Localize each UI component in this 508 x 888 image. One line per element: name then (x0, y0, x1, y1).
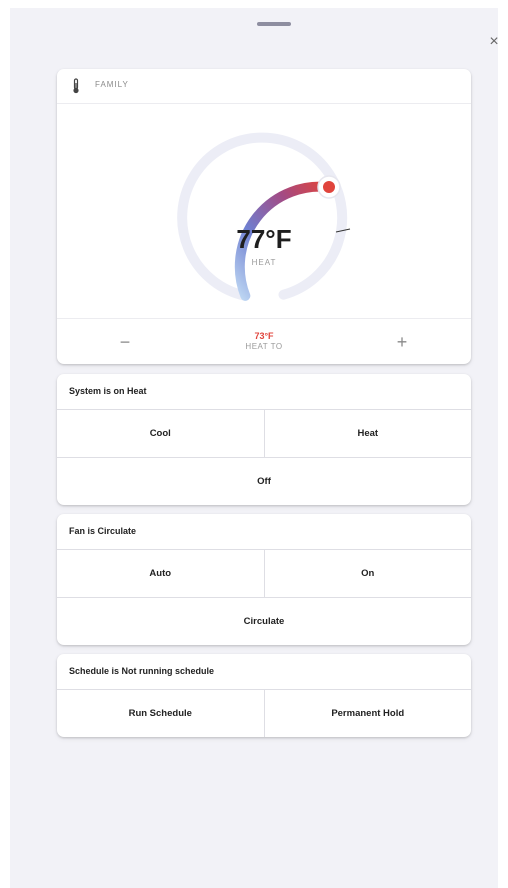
decrease-button[interactable]: − (105, 329, 145, 355)
off-button[interactable]: Off (57, 458, 471, 505)
fan-mode-row: Auto On (57, 550, 471, 598)
zone-name: FAMILY (95, 80, 129, 89)
run-schedule-button[interactable]: Run Schedule (57, 690, 264, 737)
system-mode-row: Off (57, 458, 471, 505)
zone-header: FAMILY (57, 69, 471, 104)
setpoint-controls: − 73°F HEAT TO + (57, 318, 471, 364)
current-temperature: 77°F (236, 224, 292, 254)
increase-button[interactable]: + (382, 329, 422, 355)
fan-mode-card: Fan is Circulate Auto On Circulate (57, 514, 471, 645)
close-icon[interactable]: × (484, 32, 504, 52)
schedule-row: Run Schedule Permanent Hold (57, 690, 471, 737)
system-mode-row: Cool Heat (57, 410, 471, 458)
temperature-dial[interactable]: 77°F HEAT (57, 104, 471, 318)
fan-circulate-button[interactable]: Circulate (57, 598, 471, 645)
thermostat-card: FAMILY 77°F HEAT − 73°F HEAT TO + (57, 69, 471, 364)
fan-auto-button[interactable]: Auto (57, 550, 264, 597)
cool-button[interactable]: Cool (57, 410, 264, 457)
setpoint-label: HEAT TO (245, 342, 283, 351)
thermometer-icon (73, 78, 79, 94)
fan-mode-row: Circulate (57, 598, 471, 645)
schedule-card: Schedule is Not running schedule Run Sch… (57, 654, 471, 737)
system-mode-card: System is on Heat Cool Heat Off (57, 374, 471, 505)
system-mode-title: System is on Heat (57, 374, 471, 410)
fan-mode-title: Fan is Circulate (57, 514, 471, 550)
current-mode: HEAT (251, 258, 277, 267)
heat-button[interactable]: Heat (263, 410, 472, 457)
setpoint-value: 73°F (254, 331, 274, 341)
drag-handle[interactable] (257, 22, 291, 26)
schedule-title: Schedule is Not running schedule (57, 654, 471, 690)
fan-on-button[interactable]: On (263, 550, 472, 597)
permanent-hold-button[interactable]: Permanent Hold (263, 690, 472, 737)
